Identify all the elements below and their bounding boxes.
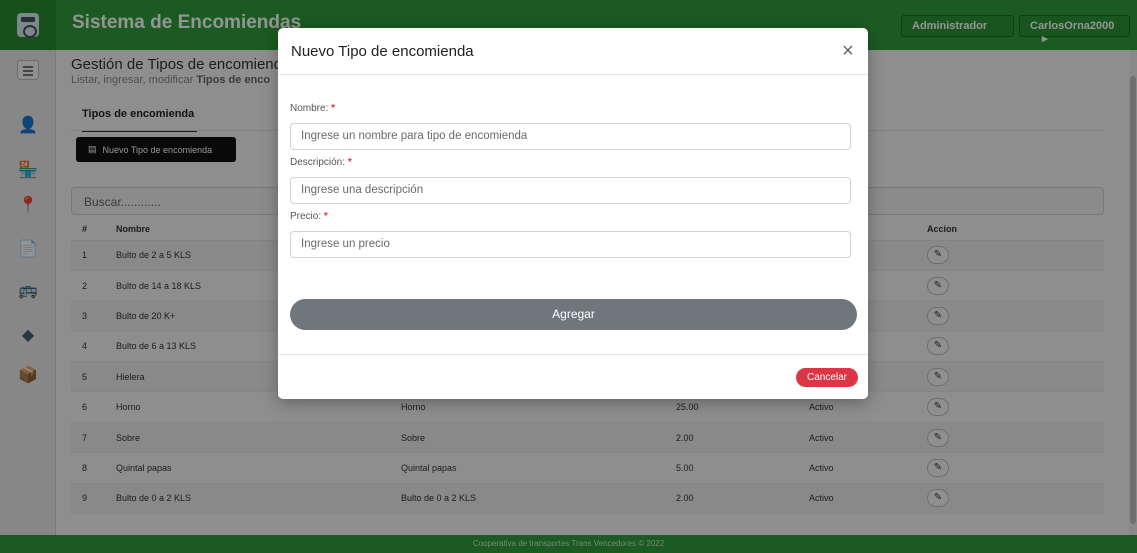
precio-input[interactable]: Ingrese un precio <box>290 231 851 258</box>
new-type-modal: Nuevo Tipo de encomienda × Nombre: * Ing… <box>278 28 868 399</box>
modal-footer-divider <box>278 354 868 355</box>
precio-label: Precio: * <box>290 211 328 222</box>
nombre-input[interactable]: Ingrese un nombre para tipo de encomiend… <box>290 123 851 150</box>
nombre-label: Nombre: * <box>290 103 336 114</box>
modal-header-divider <box>278 74 868 75</box>
descripcion-input[interactable]: Ingrese una descripción <box>290 177 851 204</box>
add-button[interactable]: Agregar <box>290 299 857 330</box>
cancel-button[interactable]: Cancelar <box>796 368 858 387</box>
modal-title: Nuevo Tipo de encomienda <box>291 43 474 60</box>
close-icon[interactable]: × <box>842 41 854 61</box>
descripcion-label: Descripción: * <box>290 157 352 168</box>
